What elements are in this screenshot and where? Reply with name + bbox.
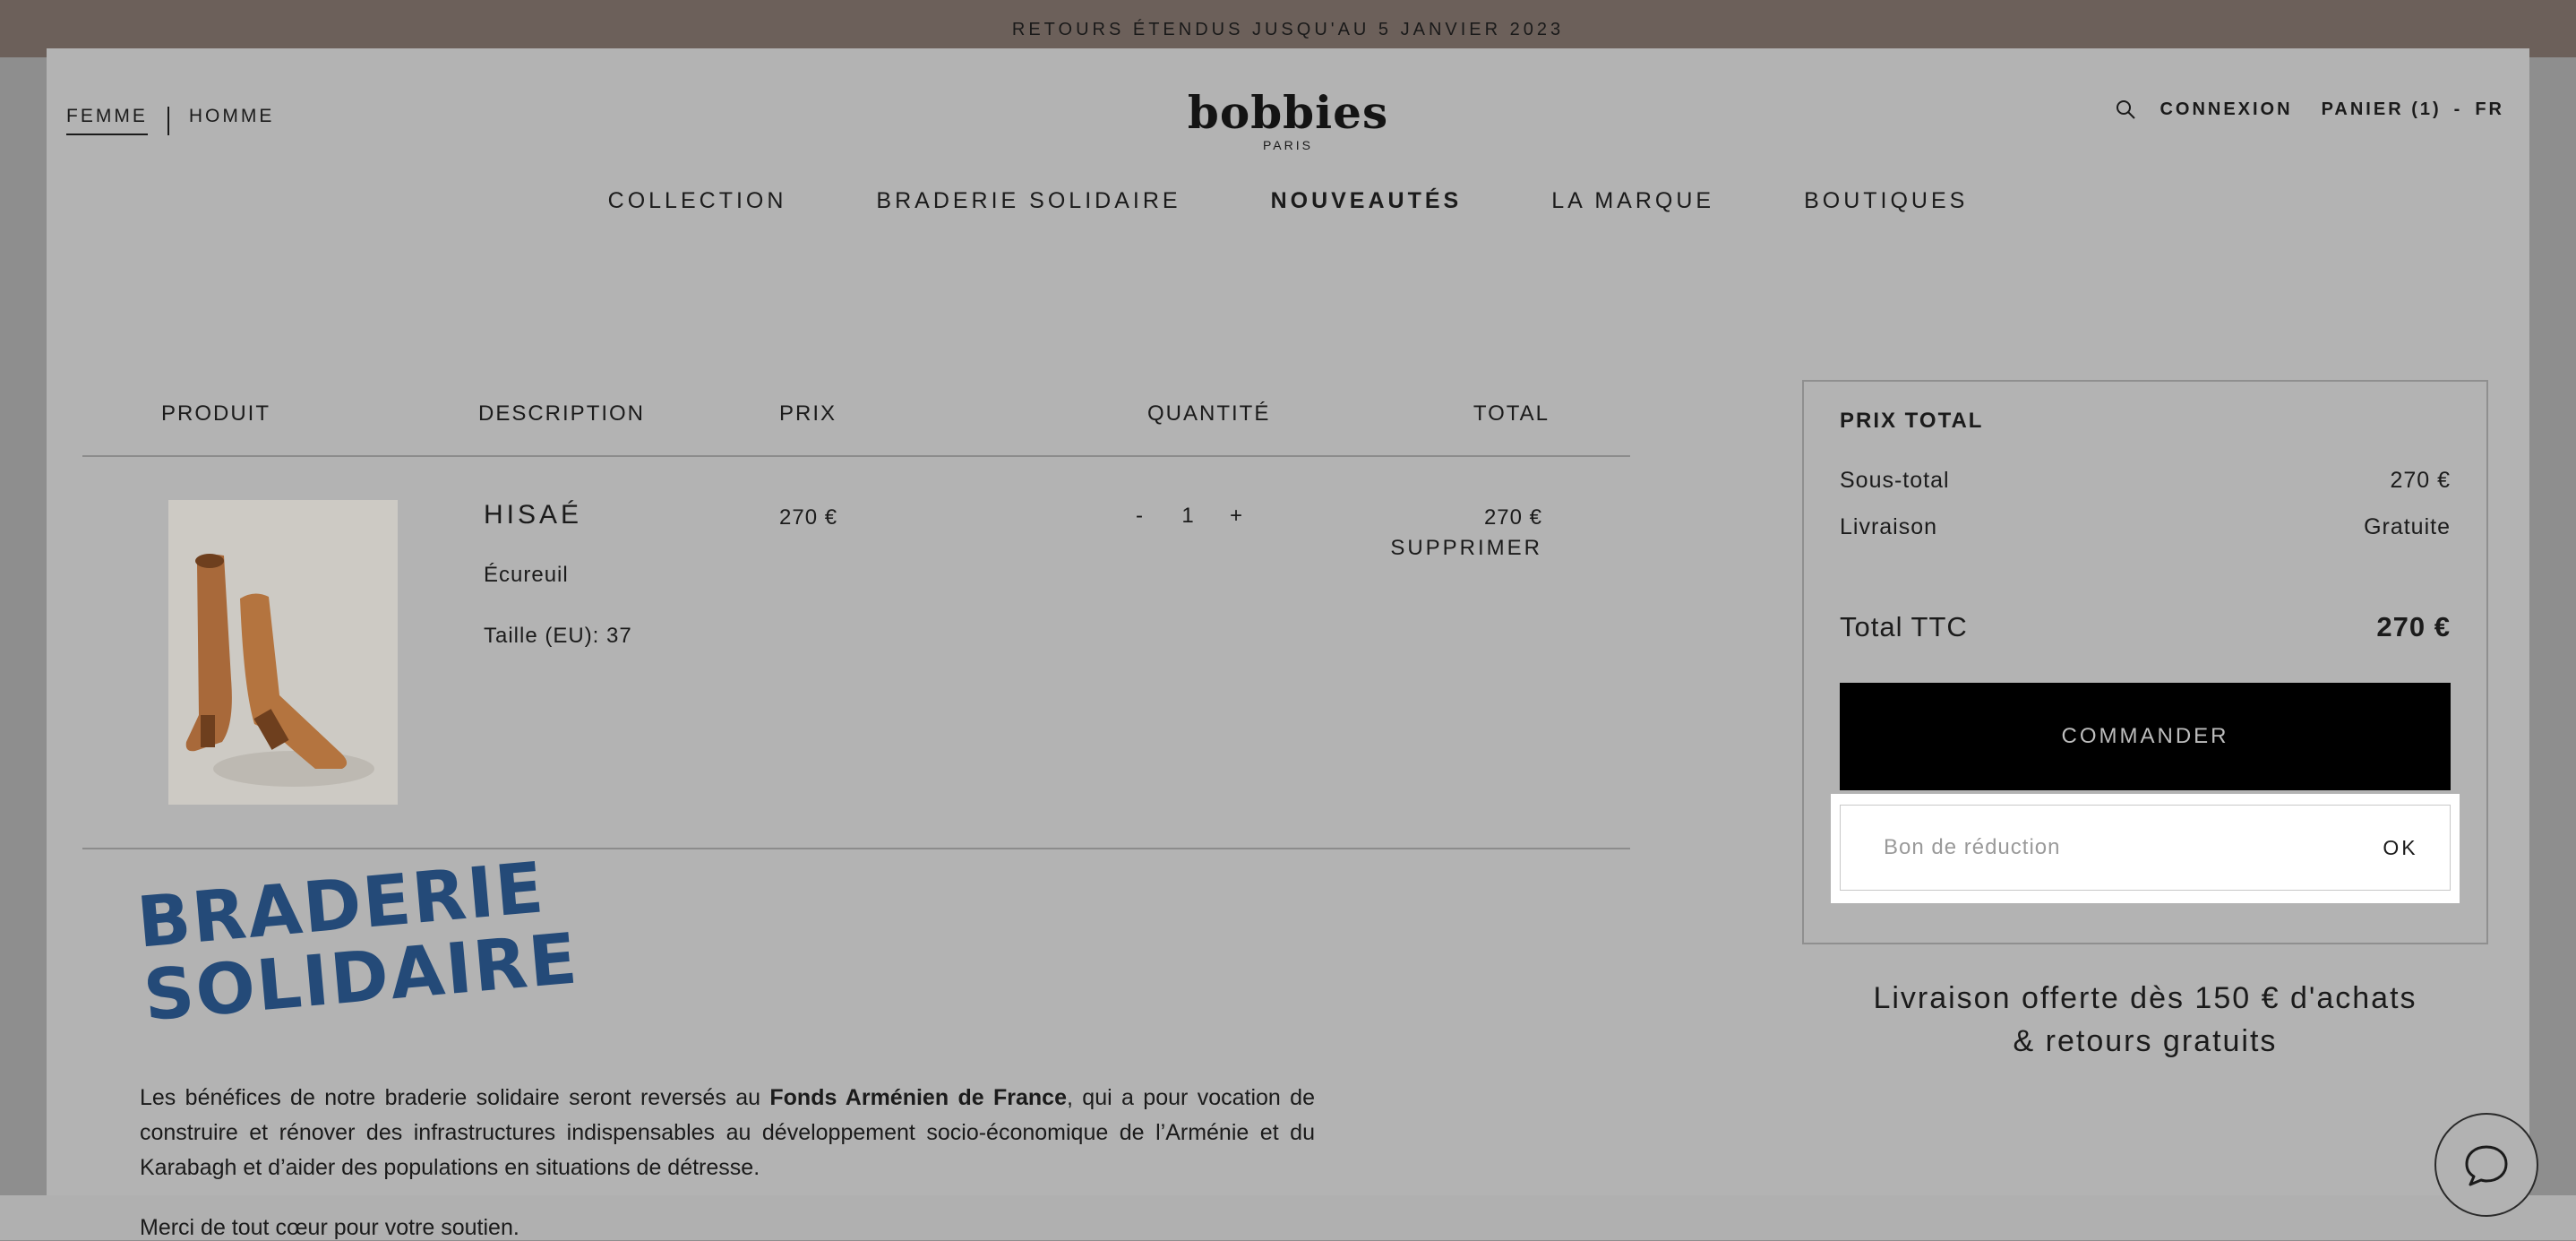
braderie-thanks: Merci de tout cœur pour votre soutien. [140, 1215, 519, 1240]
product-image[interactable] [168, 500, 398, 805]
product-color: Écureuil [484, 563, 569, 587]
logo-name: bobbies [1187, 86, 1389, 139]
cart-separator: - [2453, 99, 2463, 119]
column-header-product: PRODUIT [161, 401, 270, 426]
description-bold-name: Fonds Arménien de France [769, 1085, 1067, 1110]
description-text-start: Les bénéfices de notre braderie solidair… [140, 1085, 770, 1110]
gender-separator [167, 106, 169, 135]
subtotal-value: 270 € [2390, 468, 2451, 493]
order-button-label: COMMANDER [2061, 724, 2229, 748]
banner-text: RETOURS ÉTENDUS JUSQU'AU 5 JANVIER 2023 [1011, 20, 1565, 39]
quantity-decrease-button[interactable]: - [1129, 504, 1150, 529]
product-size: Taille (EU): 37 [484, 624, 632, 648]
promo-line1: Livraison offerte dès 150 € d'achats [1873, 981, 2417, 1015]
boots-photo [168, 500, 398, 805]
column-header-price: PRIX [779, 401, 837, 426]
login-link[interactable]: CONNEXION [2160, 99, 2292, 120]
search-icon[interactable] [2115, 99, 2136, 120]
gender-femme-link[interactable]: FEMME [66, 106, 148, 135]
product-price: 270 € [779, 505, 838, 530]
shipping-row: Livraison Gratuite [1840, 514, 2451, 540]
brand-logo[interactable]: bobbies PARIS [1109, 86, 1467, 152]
summary-title: PRIX TOTAL [1840, 409, 1984, 433]
language-selector[interactable]: FR [2475, 99, 2504, 120]
quantity-increase-button[interactable]: + [1225, 504, 1247, 529]
nav-nouveautes[interactable]: NOUVEAUTÉS [1271, 188, 1463, 214]
shipping-label: Livraison [1840, 514, 1938, 539]
subtotal-label: Sous-total [1840, 468, 1950, 493]
cart-and-language: PANIER (1) - FR [2322, 99, 2504, 120]
shipping-value: Gratuite [2364, 514, 2451, 539]
braderie-description: Les bénéfices de notre braderie solidair… [140, 1081, 1315, 1185]
nav-boutiques[interactable]: BOUTIQUES [1804, 188, 1968, 214]
gender-switch: FEMME HOMME [66, 106, 274, 135]
chat-button[interactable] [2434, 1113, 2538, 1217]
product-name[interactable]: HISAÉ [484, 500, 582, 530]
total-label: Total TTC [1840, 611, 1968, 642]
coupon-form: OK [1840, 805, 2451, 891]
promo-line2: & retours gratuits [2013, 1024, 2278, 1058]
coupon-input[interactable] [1841, 806, 2351, 889]
logo-city: PARIS [1263, 138, 1313, 152]
line-total: 270 € [1483, 505, 1542, 530]
cart-link[interactable]: PANIER (1) [2322, 99, 2442, 120]
chat-bubble-icon [2465, 1145, 2508, 1186]
column-header-description: DESCRIPTION [478, 401, 646, 426]
table-bottom-divider [82, 848, 1630, 849]
nav-braderie-solidaire[interactable]: BRADERIE SOLIDAIRE [876, 188, 1181, 214]
quantity-value: 1 [1181, 504, 1194, 528]
total-row: Total TTC 270 € [1840, 611, 2451, 643]
nav-la-marque[interactable]: LA MARQUE [1551, 188, 1714, 214]
column-header-total: TOTAL [1473, 401, 1550, 426]
utility-nav: CONNEXION PANIER (1) - FR [2115, 99, 2504, 120]
subtotal-row: Sous-total 270 € [1840, 468, 2451, 494]
gender-homme-link[interactable]: HOMME [189, 106, 275, 135]
column-header-quantity: QUANTITÉ [1147, 401, 1271, 426]
coupon-ok-button[interactable]: OK [2351, 836, 2450, 860]
table-header-divider [82, 455, 1630, 457]
order-button[interactable]: COMMANDER [1840, 683, 2451, 790]
main-navigation: COLLECTION BRADERIE SOLIDAIRE NOUVEAUTÉS… [0, 188, 2576, 214]
order-summary: PRIX TOTAL Sous-total 270 € Livraison Gr… [1802, 380, 2488, 944]
shipping-promo: Livraison offerte dès 150 € d'achats & r… [1802, 977, 2488, 1063]
total-value: 270 € [2376, 611, 2451, 642]
quantity-stepper: - 1 + [1129, 504, 1247, 529]
coupon-highlight: OK [1831, 794, 2460, 903]
nav-collection[interactable]: COLLECTION [608, 188, 787, 214]
remove-item-link[interactable]: SUPPRIMER [1390, 536, 1542, 561]
